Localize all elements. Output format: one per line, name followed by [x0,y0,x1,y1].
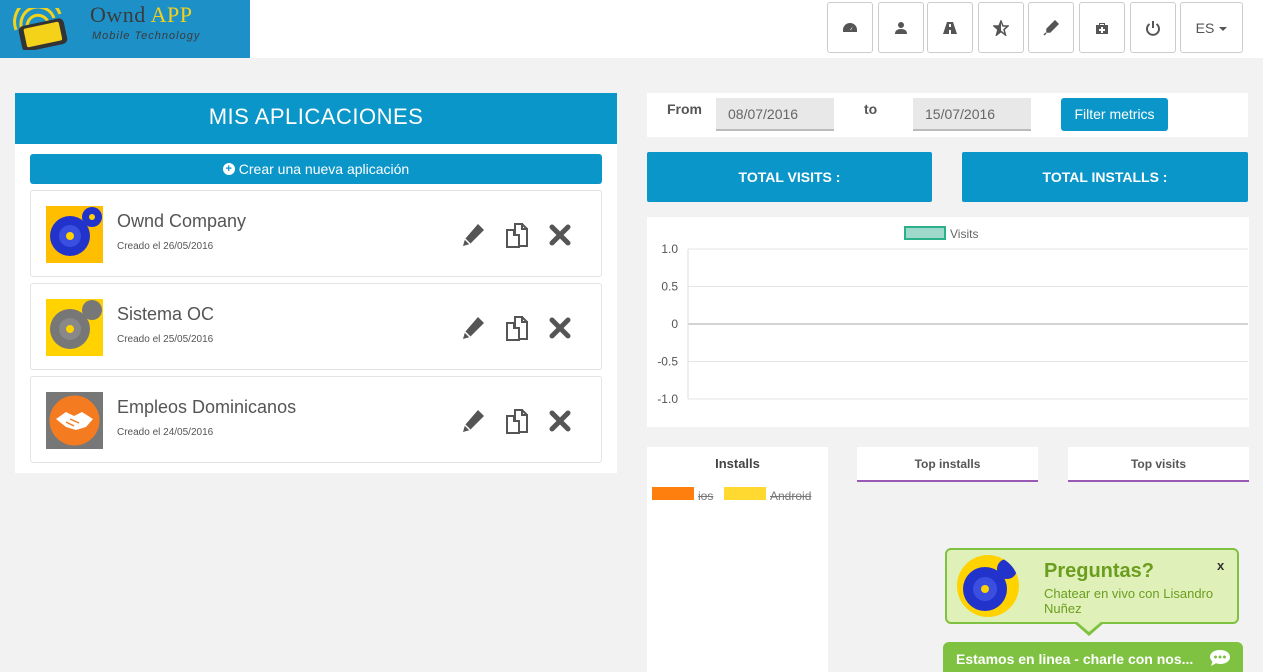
chat-bubble-icon [1210,650,1230,666]
app-card[interactable]: Sistema OC Creado el 25/05/2016 [30,283,602,370]
top-navbar: Ownd APP Mobile Technology ES [0,0,1263,58]
plus-circle-icon: + [222,163,235,175]
logout-button[interactable] [1130,2,1176,53]
apps-panel: MIS APLICACIONES + Crear una nueva aplic… [15,93,617,473]
close-icon [549,317,571,339]
apps-panel-title: MIS APLICACIONES [15,93,617,144]
to-label: to [864,101,878,117]
y-tick-label: -0.5 [657,355,678,369]
caret-down-icon [1219,26,1228,31]
favorites-button[interactable] [978,2,1024,53]
edit-button[interactable] [459,221,487,249]
app-created-date: Creado el 26/05/2016 [117,241,214,252]
total-visits-card: TOTAL VISITS : [647,152,932,202]
pencil-icon [463,317,484,339]
star-half-icon [993,19,1009,36]
language-dropdown[interactable]: ES [1180,2,1243,53]
close-icon [549,410,571,432]
installs-panel: Installs ios Android [647,447,828,672]
edit-button[interactable] [459,407,487,435]
logo-tagline: Mobile Technology [92,30,201,42]
delete-button[interactable] [546,407,574,435]
medkit-icon [1096,22,1108,34]
app-name: Empleos Dominicanos [117,397,297,417]
legend-label-visits: Visits [950,227,978,241]
legend-item-ios[interactable]: ios [652,487,713,503]
chat-bar[interactable]: Estamos en linea - charle con nos... [943,642,1243,672]
dashboard-button[interactable] [827,2,873,53]
y-tick-label: 0 [671,317,678,331]
power-icon [1146,20,1160,36]
close-icon [549,224,571,246]
pencil-icon [463,224,484,246]
logo-phone-icon [13,8,68,50]
road-button[interactable] [927,2,973,53]
chat-bar-label: Estamos en linea - charle con nos... [956,651,1194,667]
tab-top-visits[interactable]: Top visits [1068,447,1249,482]
y-tick-label: -1.0 [657,392,678,406]
duplicate-button[interactable] [503,407,531,435]
legend-swatch [724,487,766,500]
tab-top-installs[interactable]: Top installs [857,447,1038,482]
from-label: From [667,101,702,117]
app-name: Ownd Company [117,211,247,231]
delete-button[interactable] [546,314,574,342]
create-app-button[interactable]: + Crear una nueva aplicación [30,154,602,184]
chat-close-button[interactable]: x [1217,558,1224,573]
chat-avatar [957,555,1019,617]
user-button[interactable] [878,2,924,53]
support-button[interactable] [1079,2,1125,53]
app-name: Sistema OC [117,304,215,324]
pencil-icon [463,410,484,432]
copy-icon [506,316,528,341]
filter-metrics-button[interactable]: Filter metrics [1061,98,1168,131]
app-created-date: Creado el 24/05/2016 [117,427,214,438]
chat-subtitle: Chatear en vivo con Lisandro Nuñez [1044,586,1214,616]
duplicate-button[interactable] [503,314,531,342]
legend-swatch [652,487,694,500]
chat-question: Preguntas? [1044,560,1155,582]
y-tick-label: 0.5 [661,280,678,294]
dashboard-icon [843,22,857,32]
road-icon [943,21,957,34]
logo-brand-text: Ownd [90,2,146,27]
app-logo[interactable]: Ownd APP Mobile Technology [0,0,250,58]
create-app-label: Crear una nueva aplicación [238,161,410,177]
from-date-input[interactable]: 08/07/2016 [716,98,834,131]
app-thumbnail [46,392,103,449]
app-card[interactable]: Ownd Company Creado el 26/05/2016 [30,190,602,277]
chat-invite-bubble[interactable]: Preguntas? Chatear en vivo con Lisandro … [945,548,1239,624]
legend-item-android[interactable]: Android [724,487,811,503]
total-installs-card: TOTAL INSTALLS : [962,152,1248,202]
design-button[interactable] [1028,2,1074,53]
installs-title: Installs [715,456,760,471]
metrics-filter-bar: From 08/07/2016 to 15/07/2016 Filter met… [647,93,1248,137]
user-icon [895,21,907,34]
legend-swatch-visits [904,226,946,240]
tint-icon [1043,19,1059,36]
edit-button[interactable] [459,314,487,342]
copy-icon [506,409,528,434]
app-thumbnail [46,206,103,263]
app-created-date: Creado el 25/05/2016 [117,334,214,345]
delete-button[interactable] [546,221,574,249]
logo-app-text: APP [150,2,193,27]
app-card[interactable]: Empleos Dominicanos Creado el 24/05/2016 [30,376,602,463]
to-date-input[interactable]: 15/07/2016 [913,98,1031,131]
chat-bubble-tail-inner [1076,621,1102,632]
language-label: ES [1195,19,1215,36]
visits-chart: 1.0 0.5 0 -0.5 -1.0 Visits [647,217,1249,427]
copy-icon [506,223,528,248]
duplicate-button[interactable] [503,221,531,249]
y-tick-label: 1.0 [661,242,678,256]
visits-chart-svg: 1.0 0.5 0 -0.5 -1.0 Visits [657,226,1248,406]
app-thumbnail [46,299,103,356]
